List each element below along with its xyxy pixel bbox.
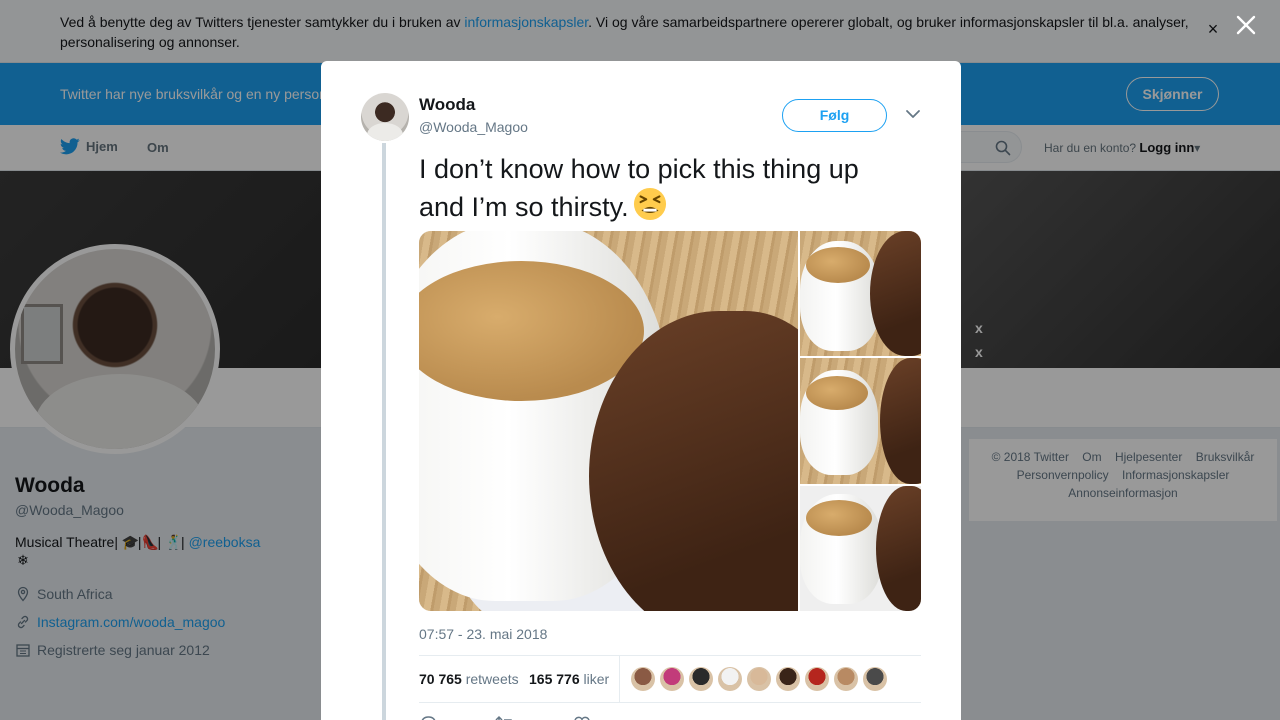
chevron-down-icon[interactable] [905, 108, 921, 120]
liker-avatar[interactable] [660, 667, 684, 691]
tweet-stats: 70 765 retweets 165 776 liker [419, 655, 921, 703]
tweet-actions [419, 714, 591, 720]
retweets-label: retweets [465, 671, 519, 687]
retweets-stat[interactable]: 70 765 retweets [419, 671, 519, 687]
tweet-text: I don’t know how to pick this thing up a… [419, 152, 909, 225]
tweet-timestamp[interactable]: 07:57 - 23. mai 2018 [419, 626, 547, 642]
tired-face-emoji-icon [633, 187, 666, 221]
tweet-photo-2[interactable] [800, 231, 921, 356]
like-heart-icon[interactable] [573, 714, 591, 720]
liker-avatar[interactable] [776, 667, 800, 691]
tweet-author-name[interactable]: Wooda [419, 95, 475, 115]
photo-3-coffee [806, 376, 868, 410]
retweet-icon[interactable] [495, 714, 515, 720]
stats-divider [619, 656, 620, 702]
liker-avatar[interactable] [747, 667, 771, 691]
likes-label: liker [583, 671, 610, 687]
thread-line [382, 143, 386, 720]
tweet-author-avatar[interactable] [361, 93, 409, 141]
likes-count: 165 776 [529, 671, 580, 687]
author-avatar-shirt [367, 123, 403, 141]
follow-button[interactable]: Følg [782, 99, 887, 132]
reply-icon[interactable] [419, 714, 437, 720]
photo-2-coffee [806, 247, 870, 283]
liker-avatar[interactable] [631, 667, 655, 691]
tweet-modal: Wooda @Wooda_Magoo Følg I don’t know how… [321, 61, 961, 720]
likes-stat[interactable]: 165 776 liker [529, 671, 609, 687]
tweet-photo-3[interactable] [800, 358, 921, 484]
tweet-media-grid [419, 231, 921, 611]
liker-avatar[interactable] [805, 667, 829, 691]
tweet-photo-4[interactable] [800, 486, 921, 611]
retweets-count: 70 765 [419, 671, 462, 687]
tweet-photo-main[interactable] [419, 231, 798, 611]
photo-4-coffee [806, 500, 872, 536]
liker-avatar[interactable] [863, 667, 887, 691]
tweet-author-handle[interactable]: @Wooda_Magoo [419, 119, 528, 135]
liker-avatar[interactable] [834, 667, 858, 691]
liker-avatar[interactable] [689, 667, 713, 691]
close-modal-icon[interactable] [1233, 12, 1259, 38]
liker-avatars [631, 667, 887, 691]
liker-avatar[interactable] [718, 667, 742, 691]
